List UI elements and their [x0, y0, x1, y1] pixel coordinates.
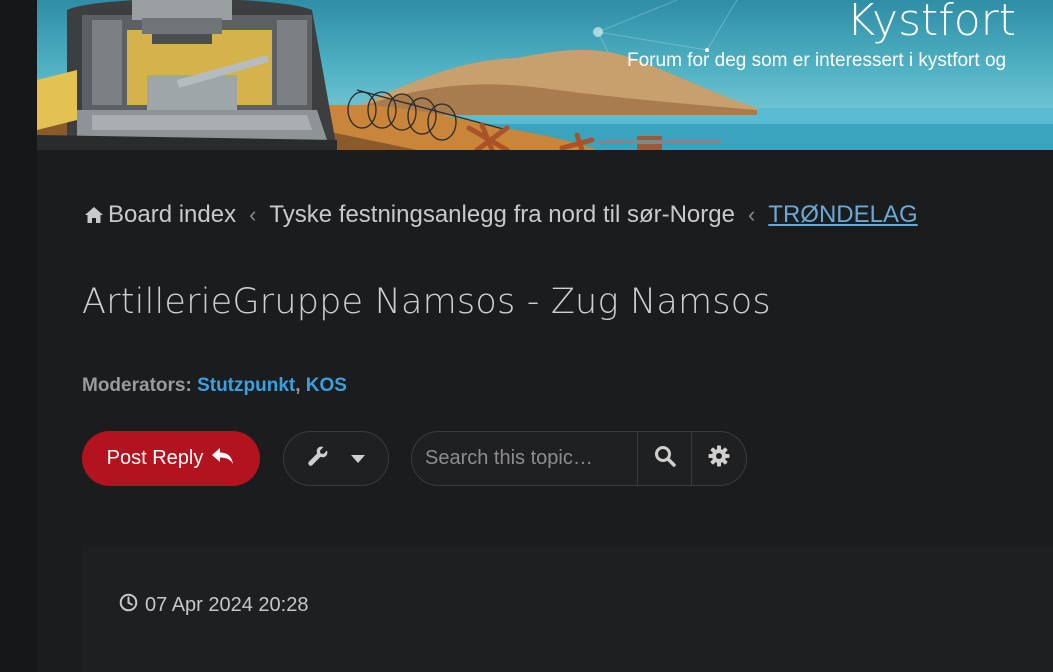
post-reply-button[interactable]: Post Reply — [82, 431, 260, 486]
wrench-icon — [307, 445, 329, 472]
site-description: Forum for deg som er interessert i kystf… — [627, 50, 1007, 71]
moderators-label: Moderators: — [82, 375, 192, 396]
search-icon — [654, 445, 676, 472]
breadcrumb-forum-category[interactable]: Tyske festningsanlegg fra nord til sør-N… — [269, 201, 735, 228]
topic-tools-dropdown[interactable] — [283, 431, 389, 486]
topic-search-box — [411, 431, 747, 486]
home-icon — [84, 203, 104, 231]
breadcrumb-forum-trondelag[interactable]: TRØNDELAG — [768, 201, 917, 228]
search-input[interactable] — [412, 432, 637, 485]
advanced-search-button[interactable] — [692, 432, 746, 485]
breadcrumb-board-index[interactable]: Board index — [108, 201, 236, 228]
post-card: 07 Apr 2024 20:28 — [82, 545, 1053, 672]
post-date-text: 07 Apr 2024 20:28 — [145, 594, 309, 616]
moderator-link-stutzpunkt[interactable]: Stutzpunkt — [197, 375, 295, 396]
moderator-link-kos[interactable]: KOS — [306, 375, 347, 396]
moderator-separator: , — [295, 375, 301, 396]
breadcrumb-separator: ‹ — [747, 202, 756, 227]
site-title[interactable]: Kystfort — [846, 0, 1016, 48]
breadcrumb-separator: ‹ — [249, 202, 257, 227]
moderators-line: Moderators: Stutzpunkt, KOS — [82, 375, 347, 397]
gear-icon — [708, 445, 730, 472]
post-reply-label: Post Reply — [106, 447, 204, 469]
post-date: 07 Apr 2024 20:28 — [119, 593, 308, 618]
search-button[interactable] — [637, 432, 692, 485]
breadcrumb: Board index ‹ Tyske festningsanlegg fra no… — [84, 201, 918, 231]
header-banner: Kystfort Forum for deg som er interesser… — [37, 0, 1053, 150]
topic-title[interactable]: ArtillerieGruppe Namsos - Zug Namsos — [82, 282, 771, 322]
left-gutter — [0, 0, 37, 672]
clock-icon — [119, 593, 138, 618]
caret-down-icon — [351, 450, 365, 468]
reply-icon — [211, 446, 235, 472]
